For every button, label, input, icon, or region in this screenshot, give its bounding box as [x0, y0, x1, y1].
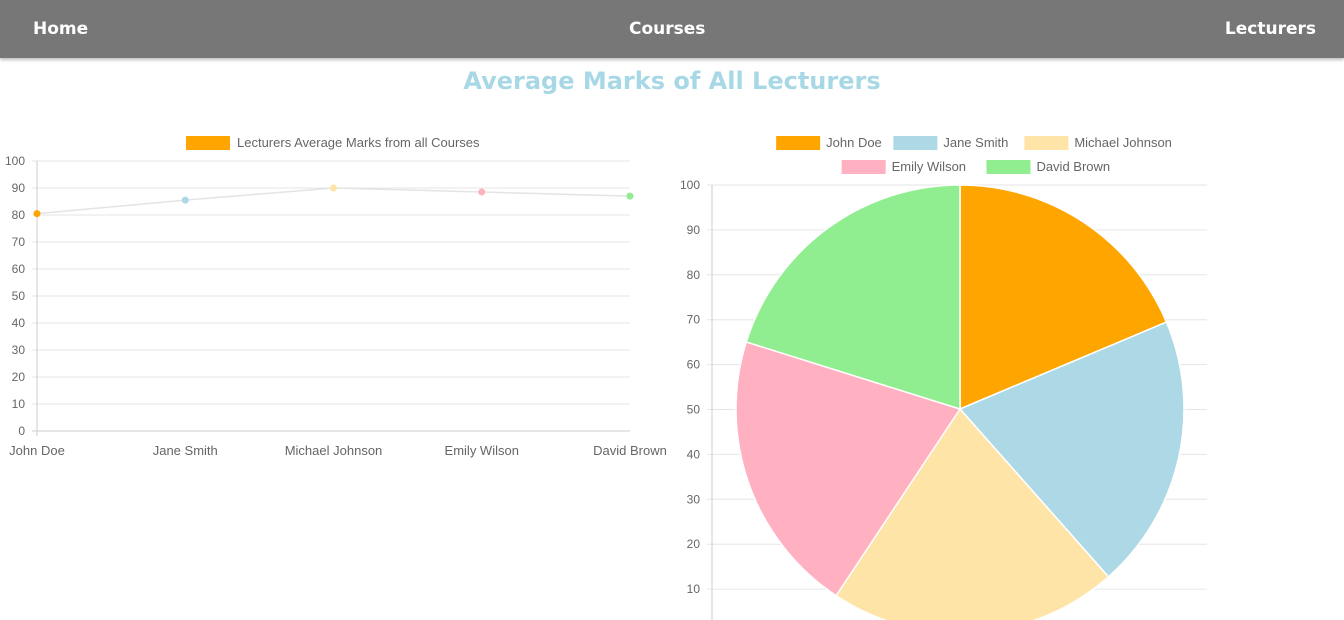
y-tick-label: 50: [687, 403, 701, 417]
y-tick-label: 70: [12, 235, 26, 249]
navbar: Home Courses Lecturers: [0, 0, 1344, 58]
x-tick-label: Emily Wilson: [445, 443, 519, 458]
x-tick-label: Michael Johnson: [285, 443, 383, 458]
y-tick-label: 60: [12, 262, 26, 276]
y-tick-label: 10: [12, 397, 26, 411]
nav-home-link[interactable]: Home: [33, 19, 88, 39]
data-point: [181, 196, 189, 204]
y-tick-label: 40: [12, 316, 26, 330]
y-tick-label: 90: [687, 223, 701, 237]
legend-swatch: [1024, 136, 1069, 150]
line-chart: Lecturers Average Marks from all Courses…: [5, 135, 667, 458]
nav-lecturers-link[interactable]: Lecturers: [1225, 19, 1316, 39]
y-tick-label: 20: [12, 370, 26, 384]
y-tick-label: 50: [12, 289, 26, 303]
series-line: [36, 187, 631, 215]
data-point: [33, 210, 41, 218]
y-tick-label: 60: [687, 358, 701, 372]
legend-swatch: [841, 160, 886, 174]
legend-swatch: [986, 160, 1031, 174]
legend-label: David Brown: [1036, 159, 1110, 174]
x-tick-label: John Doe: [9, 443, 65, 458]
legend-swatch: [776, 136, 821, 150]
y-tick-label: 0: [18, 424, 25, 438]
legend-label: Emily Wilson: [892, 159, 966, 174]
y-tick-label: 90: [12, 181, 26, 195]
y-tick-label: 30: [687, 492, 701, 506]
y-tick-label: 100: [5, 154, 25, 168]
legend-swatch: [186, 136, 230, 150]
y-tick-label: 10: [687, 582, 701, 596]
y-tick-label: 40: [687, 447, 701, 461]
legend-label: Lecturers Average Marks from all Courses: [237, 135, 480, 150]
y-tick-label: 30: [12, 343, 26, 357]
data-point: [330, 184, 337, 192]
data-point: [478, 188, 486, 196]
legend-swatch: [893, 136, 938, 150]
legend-label: Michael Johnson: [1074, 135, 1172, 150]
y-tick-label: 100: [680, 178, 700, 192]
x-tick-label: Jane Smith: [153, 443, 218, 458]
page-title: Average Marks of All Lecturers: [463, 67, 881, 95]
y-tick-label: 20: [687, 537, 701, 551]
y-tick-label: 80: [12, 208, 26, 222]
pie-chart: John Doe Jane Smith Michael Johnson Emily W…: [680, 135, 1207, 620]
y-tick-label: 70: [687, 313, 701, 327]
x-tick-label: David Brown: [593, 443, 667, 458]
legend-label: John Doe: [826, 135, 882, 150]
legend-label: Jane Smith: [943, 135, 1008, 150]
nav-courses-link[interactable]: Courses: [629, 19, 705, 39]
data-point: [626, 192, 634, 200]
y-tick-label: 80: [687, 268, 701, 282]
